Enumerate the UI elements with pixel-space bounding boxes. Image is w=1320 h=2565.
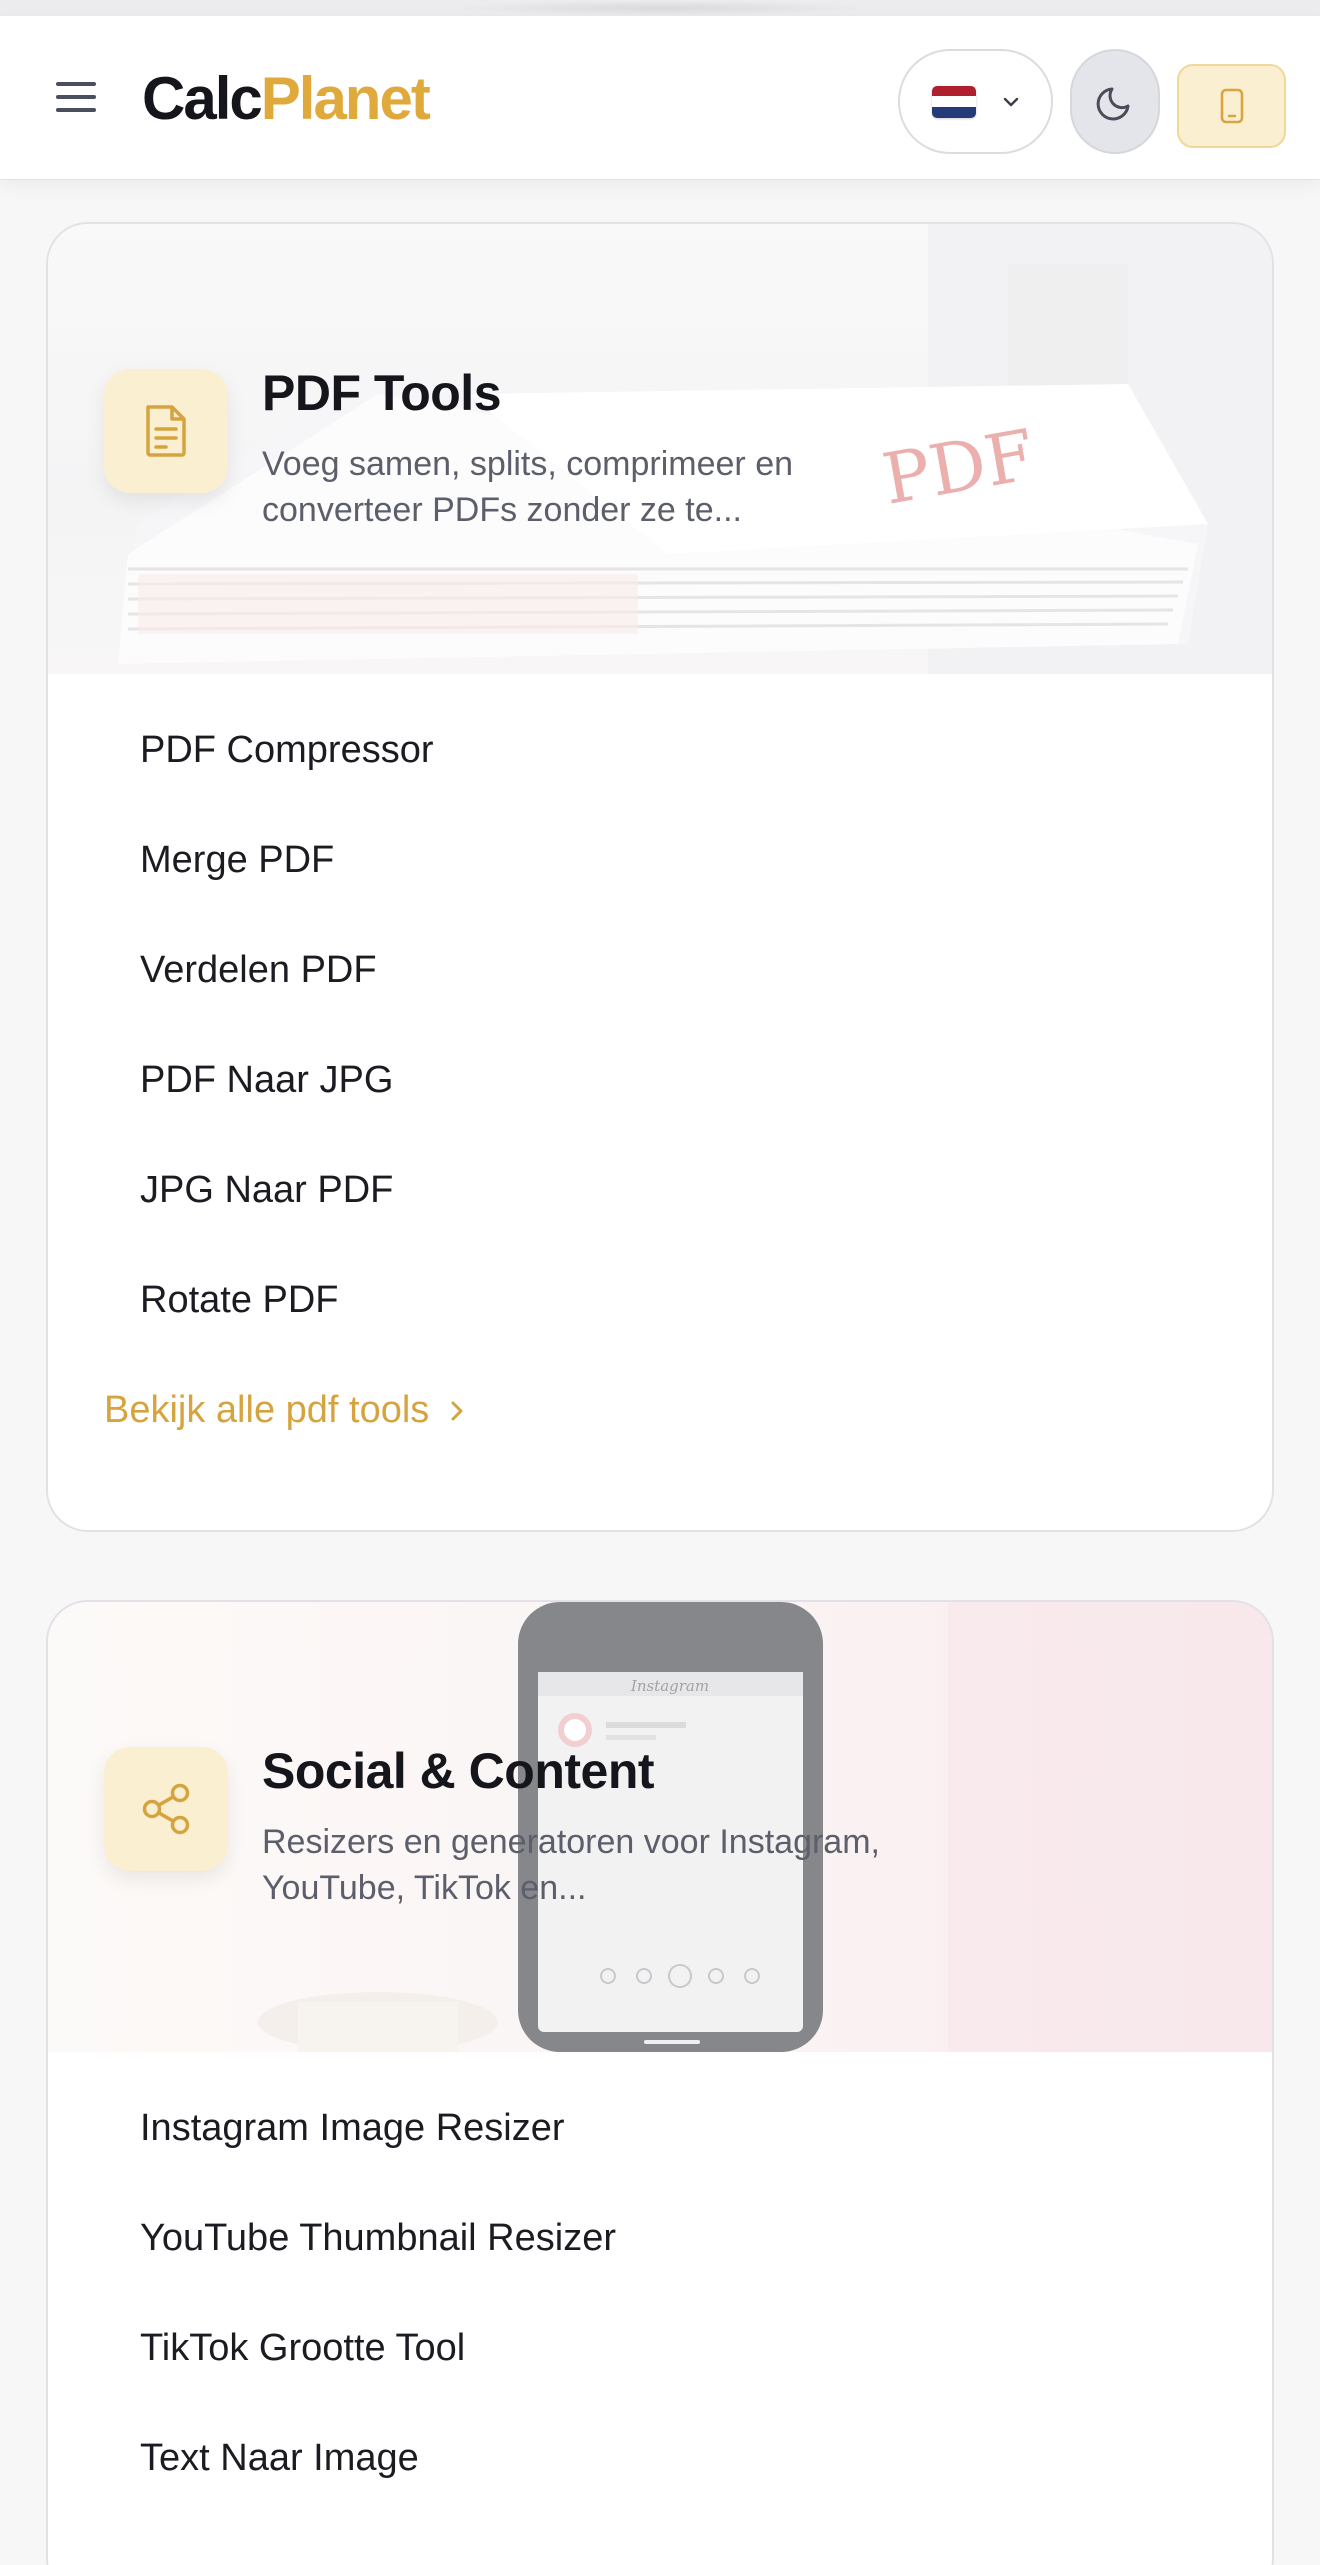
- netherlands-flag-icon: [931, 85, 976, 118]
- logo[interactable]: Calc Planet: [142, 58, 431, 138]
- category-title: PDF Tools: [262, 365, 502, 421]
- view-all-label: Bekijk alle pdf tools: [104, 1389, 430, 1431]
- document-icon: [146, 405, 186, 457]
- tool-link-jpg-to-pdf[interactable]: JPG Naar PDF: [140, 1169, 393, 1212]
- tool-link-youtube-thumbnail-resizer[interactable]: YouTube Thumbnail Resizer: [140, 2217, 616, 2260]
- tool-link-tiktok-size-tool[interactable]: TikTok Grootte Tool: [140, 2327, 465, 2370]
- view-all-link[interactable]: Bekijk alle pdf tools: [104, 1389, 465, 1432]
- tool-link-pdf-to-jpg[interactable]: PDF Naar JPG: [140, 1059, 393, 1102]
- category-description: Resizers en generatoren voor Instagram, …: [262, 1823, 880, 1907]
- theme-toggle-button[interactable]: [1070, 49, 1160, 154]
- category-icon-box: [104, 1747, 228, 1871]
- share-icon: [142, 1783, 190, 1835]
- top-strip: [0, 0, 1320, 16]
- tool-link-instagram-image-resizer[interactable]: Instagram Image Resizer: [140, 2107, 565, 2150]
- category-description: Voeg samen, splits, comprimeer en conver…: [262, 445, 794, 529]
- menu-button[interactable]: [52, 73, 100, 121]
- site-header: Calc Planet: [0, 16, 1320, 180]
- smartphone-icon: [1220, 88, 1243, 124]
- hamburger-icon: [56, 82, 96, 86]
- category-title: Social & Content: [262, 1743, 655, 1799]
- logo-calc: Calc: [142, 64, 263, 132]
- tool-link-split-pdf[interactable]: Verdelen PDF: [140, 949, 377, 992]
- mobile-view-button[interactable]: [1177, 64, 1286, 148]
- category-card-social-content: Instagram Social & Content Resizers en g…: [46, 1600, 1274, 2565]
- tool-link-rotate-pdf[interactable]: Rotate PDF: [140, 1279, 339, 1322]
- category-hero-social: Instagram Social & Content Resizers en g…: [48, 1602, 1272, 2052]
- tool-link-text-to-image[interactable]: Text Naar Image: [140, 2437, 419, 2480]
- category-icon-box: [104, 369, 228, 493]
- category-card-pdf-tools: PDF PDF Tools Voeg samen, splits, compri…: [46, 222, 1274, 1532]
- chevron-down-icon: [1003, 97, 1018, 106]
- chevron-right-icon: [451, 1401, 463, 1420]
- tool-link-merge-pdf[interactable]: Merge PDF: [140, 839, 334, 882]
- language-selector[interactable]: [898, 49, 1053, 154]
- moon-icon: [1096, 87, 1130, 120]
- category-hero-pdf: PDF PDF Tools Voeg samen, splits, compri…: [48, 224, 1272, 674]
- tool-link-pdf-compressor[interactable]: PDF Compressor: [140, 729, 434, 772]
- logo-planet: Planet: [260, 64, 431, 132]
